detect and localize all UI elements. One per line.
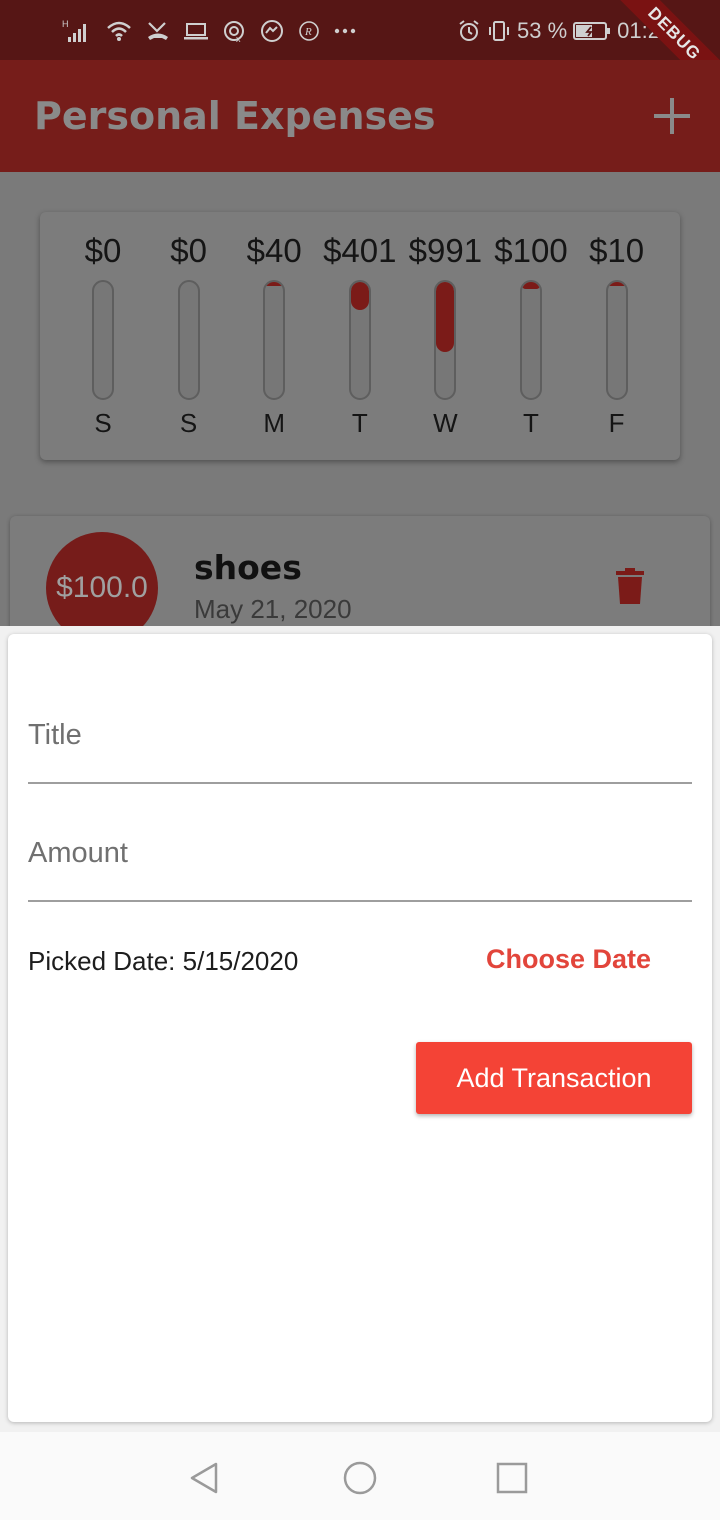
chart-bar-day-label: T [351,408,368,438]
chart-bar-day-label: S [94,408,112,438]
status-bar: H x R 53 % 01:2 [0,0,720,60]
picked-date-label: Picked Date: 5/15/2020 [28,946,299,976]
chart-bar-track [520,280,542,400]
page-title: Personal Expenses [34,94,436,138]
chart-bar-fill [607,282,626,286]
transaction-title: shoes [194,548,302,587]
chart-bar-track [348,280,371,400]
system-nav-bar [0,1432,720,1520]
hotspot-icon: x [224,21,244,43]
svg-text:R: R [304,26,312,38]
home-icon[interactable] [340,1458,380,1498]
weekly-spending-chart: $0 S $0 S $40 M $401 T $991 W $100 T $10 F [40,212,680,460]
chart-bar-track [605,280,628,400]
chart-bar-amount: $100 [494,232,568,269]
choose-date-button[interactable]: Choose Date [486,944,651,975]
add-transaction-button[interactable]: Add Transaction [416,1042,692,1114]
app-bar: Personal Expenses [0,60,720,172]
chart-bar-amount: $401 [323,232,397,269]
battery-percent: 53 % [517,18,568,43]
status-icons-right: 53 % 01:2 [457,14,660,48]
chart-bar-day-label: S [179,408,198,438]
status-icons-left: H x R [62,16,356,46]
battery-icon [573,22,611,40]
messenger-icon [261,20,283,42]
chart-bar-amount: $991 [408,232,483,269]
svg-text:x: x [236,34,241,43]
chart-bar-day-label: T [523,408,539,438]
chart-bar-amount: $0 [84,232,122,269]
chart-bar-column: $0 S [60,212,146,460]
more-icon [334,28,356,34]
chart-bar-column: $0 S [146,212,232,460]
chart-bar-day-label: F [608,408,625,438]
amount-input[interactable] [28,837,692,870]
chart-bar-track [263,280,286,400]
wifi-icon [107,21,131,41]
signal-icon: H [62,19,86,42]
chart-bar-amount: $10 [589,232,645,269]
laptop-icon [184,23,208,40]
chart-bar-fill [265,282,284,286]
chart-bar-day-label: W [433,408,458,438]
chart-bar-column: $10 F [574,212,660,460]
new-transaction-form: Picked Date: 5/15/2020 Choose Date Add T… [8,634,712,1422]
chart-bar-fill [436,282,455,352]
title-input[interactable] [28,719,692,752]
chart-bar-fill [350,282,369,310]
chart-bar-day-label: M [263,408,286,438]
chart-bar-amount: $0 [170,232,207,269]
chart-bar-track [92,280,114,400]
amount-field-container [28,804,692,902]
svg-text:H: H [62,19,69,29]
trash-icon[interactable] [616,568,644,604]
alarm-icon [459,20,479,41]
plus-icon[interactable] [654,98,690,134]
vibrate-icon [489,21,510,41]
chart-bar-amount: $40 [246,232,302,269]
missed-call-icon [148,22,168,40]
title-field-container [28,686,692,784]
chart-bar-track [434,280,457,400]
chart-bar-column: $991 W [402,212,488,460]
new-transaction-sheet: Picked Date: 5/15/2020 Choose Date Add T… [0,626,720,1432]
chart-bar-column: $401 T [317,212,403,460]
transaction-date: May 21, 2020 [194,594,352,624]
chart-bar-column: $40 M [231,212,317,460]
recents-icon[interactable] [492,1458,532,1498]
chart-bar-column: $100 T [488,212,574,460]
back-icon[interactable] [186,1458,226,1498]
chart-bar-fill [522,282,540,289]
chart-bar-track [177,280,200,400]
r-icon: R [299,21,319,41]
